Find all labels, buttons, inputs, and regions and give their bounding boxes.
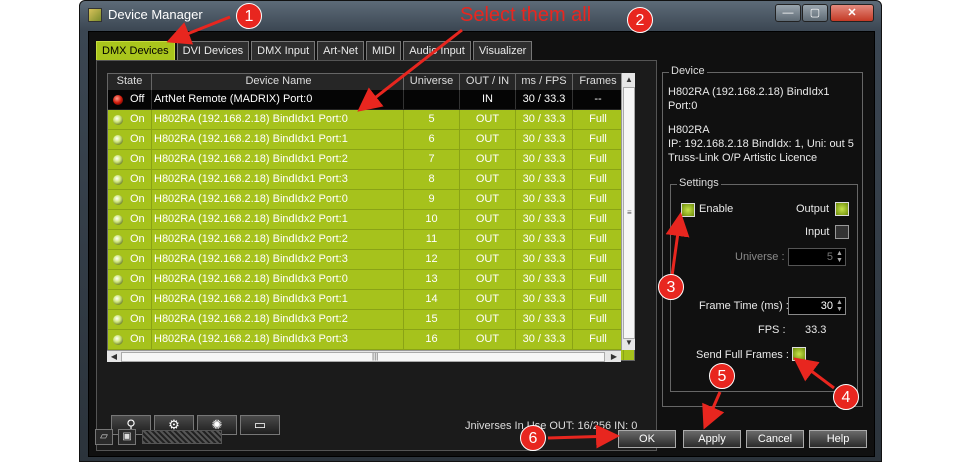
step-badge-5: 5	[709, 363, 735, 389]
step-badge-4: 4	[833, 384, 859, 410]
arrow-to-full-frames	[793, 357, 835, 390]
arrow-to-rows	[357, 28, 463, 112]
arrow-to-enable	[665, 212, 690, 277]
arrow-to-dmx-tab	[166, 15, 231, 45]
step-badge-1: 1	[236, 3, 262, 29]
step-badge-3: 3	[658, 274, 684, 300]
arrow-to-ok	[547, 424, 620, 449]
step-badge-2: 2	[627, 7, 653, 33]
screenshot-stage: Device Manager — ▢ ✕ DMX Devices DVI Dev…	[0, 0, 960, 462]
step-badge-6: 6	[520, 425, 546, 451]
arrow-to-apply	[702, 391, 725, 430]
annotation-arrows	[166, 15, 835, 449]
